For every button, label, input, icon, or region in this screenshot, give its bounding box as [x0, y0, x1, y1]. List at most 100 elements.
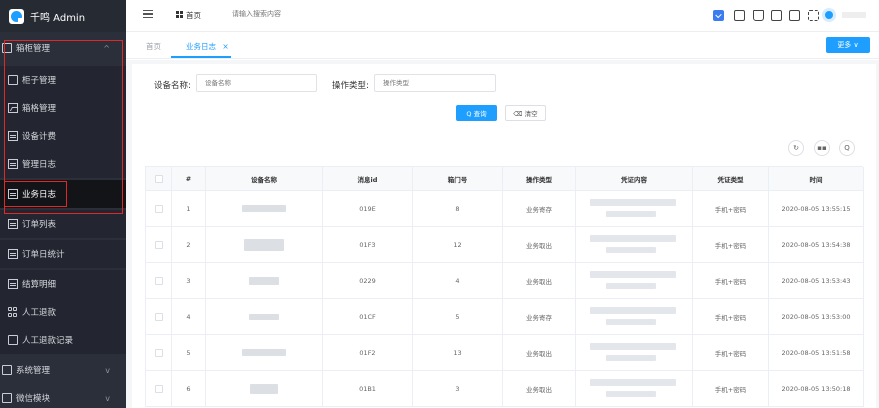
table-row[interactable]: 2 01F3 12 业务取出 手机+密码 2020-08-05 13:54:38	[146, 227, 864, 263]
lock-icon[interactable]	[753, 10, 764, 21]
timestamp: 2020-08-05 13:53:00	[769, 299, 864, 334]
sidebar-item-business-log[interactable]: 业务日志	[0, 180, 126, 208]
row-checkbox[interactable]	[154, 240, 163, 249]
column-header[interactable]: 操作类型	[503, 167, 576, 190]
refresh-icon[interactable]: ↻	[788, 140, 804, 156]
row-index: 1	[172, 191, 206, 226]
column-header[interactable]: 时间	[769, 167, 864, 190]
device-name-input[interactable]	[196, 74, 317, 92]
table-row[interactable]: 4 01CF 5 业务寄存 手机+密码 2020-08-05 13:53:00	[146, 299, 864, 335]
sidebar-item-refund-records[interactable]: 人工退款记录	[0, 326, 126, 354]
cabinet-icon	[2, 43, 12, 53]
msg-id: 01F2	[323, 335, 413, 370]
search-icon[interactable]: Q	[839, 140, 855, 156]
row-checkbox[interactable]	[154, 204, 163, 213]
column-header[interactable]: 消息id	[323, 167, 413, 190]
column-header[interactable]: 箱门号	[413, 167, 503, 190]
bill-icon	[8, 131, 18, 141]
select-all-checkbox[interactable]	[154, 174, 163, 183]
menu-toggle-icon[interactable]	[143, 10, 153, 18]
sidebar-item-billing[interactable]: 设备计费	[0, 122, 126, 150]
sidebar-item-label: 订单列表	[22, 220, 57, 230]
row-index: 5	[172, 335, 206, 370]
credential-type: 手机+密码	[693, 371, 769, 406]
sidebar-item-manual-refund[interactable]: 人工退款	[0, 298, 126, 326]
sidebar-group-system[interactable]: 系统管理 v	[0, 356, 126, 384]
system-icon	[2, 365, 12, 375]
search-input[interactable]	[232, 10, 342, 18]
sidebar-group-cabinet[interactable]: 箱柜管理 ^	[0, 34, 126, 62]
row-checkbox[interactable]	[154, 276, 163, 285]
credential-type: 手机+密码	[693, 299, 769, 334]
log-icon	[8, 189, 18, 199]
stats-icon	[8, 249, 18, 259]
device-name-redacted	[206, 371, 323, 406]
credential-redacted	[576, 371, 693, 406]
business-log-table: # 设备名称 消息id 箱门号 操作类型 凭证内容 凭证类型 时间 1 019E…	[145, 166, 864, 407]
tab-business-log[interactable]: 业务日志 ×	[186, 41, 229, 52]
top-bar: 首页	[126, 0, 879, 32]
sidebar-item-order-daily-stats[interactable]: 订单日统计	[0, 240, 126, 268]
content-area: 设备名称: 操作类型: Q 查询 ⌫ 清空 ↻ ▪▪ Q # 设备名称 消息id…	[126, 60, 879, 408]
credential-redacted	[576, 299, 693, 334]
sidebar-item-orders[interactable]: 订单列表	[0, 210, 126, 238]
credential-type: 手机+密码	[693, 263, 769, 298]
screenshot-icon[interactable]	[734, 10, 745, 21]
op-type: 业务寄存	[503, 191, 576, 226]
table-row[interactable]: 6 01B1 3 业务取出 手机+密码 2020-08-05 13:50:18	[146, 371, 864, 407]
close-icon[interactable]: ×	[222, 42, 228, 51]
clear-button[interactable]: ⌫ 清空	[505, 105, 546, 121]
check-icon[interactable]	[713, 10, 724, 21]
credential-redacted	[576, 227, 693, 262]
sidebar-item-settlement[interactable]: 结算明细	[0, 270, 126, 298]
sidebar-item-label: 结算明细	[22, 280, 57, 290]
table-header: # 设备名称 消息id 箱门号 操作类型 凭证内容 凭证类型 时间	[146, 167, 864, 191]
sidebar-group-label: 系统管理	[16, 366, 51, 376]
table-row[interactable]: 3 0229 4 业务取出 手机+密码 2020-08-05 13:53:43	[146, 263, 864, 299]
door-number: 8	[413, 191, 503, 226]
user-name-redacted[interactable]	[842, 12, 866, 18]
column-header[interactable]: #	[172, 167, 206, 190]
row-index: 6	[172, 371, 206, 406]
op-type-input[interactable]	[374, 74, 496, 92]
column-header[interactable]: 设备名称	[206, 167, 323, 190]
chevron-down-icon: v	[105, 365, 110, 375]
query-button[interactable]: Q 查询	[456, 105, 497, 121]
row-index: 4	[172, 299, 206, 334]
row-checkbox[interactable]	[154, 312, 163, 321]
avatar[interactable]	[822, 8, 836, 22]
home-link[interactable]: 首页	[186, 10, 201, 21]
fullscreen-icon[interactable]	[808, 10, 819, 21]
tab-home[interactable]: 首页	[146, 41, 161, 52]
credential-redacted	[576, 263, 693, 298]
row-checkbox[interactable]	[154, 384, 163, 393]
sidebar-item-label: 订单日统计	[22, 250, 65, 260]
timestamp: 2020-08-05 13:53:43	[769, 263, 864, 298]
more-button[interactable]: 更多 ∨	[826, 37, 870, 53]
sidebar-item-boxes[interactable]: 箱格管理	[0, 94, 126, 122]
column-header[interactable]: 凭证内容	[576, 167, 693, 190]
msg-id: 01F3	[323, 227, 413, 262]
window-icon[interactable]	[789, 10, 800, 21]
row-checkbox[interactable]	[154, 348, 163, 357]
columns-icon[interactable]: ▪▪	[814, 140, 830, 156]
brand[interactable]: 千鸣 Admin	[0, 0, 126, 32]
msg-id: 01CF	[323, 299, 413, 334]
tab-underline	[171, 56, 231, 58]
column-header[interactable]: 凭证类型	[693, 167, 769, 190]
op-type: 业务取出	[503, 227, 576, 262]
door-number: 12	[413, 227, 503, 262]
sidebar-item-label: 业务日志	[22, 190, 57, 200]
sidebar-group-wechat[interactable]: 微信模块 v	[0, 384, 126, 408]
door-number: 4	[413, 263, 503, 298]
sidebar-item-admin-log[interactable]: 管理日志	[0, 150, 126, 178]
table-row[interactable]: 1 019E 8 业务寄存 手机+密码 2020-08-05 13:55:15	[146, 191, 864, 227]
shirt-icon[interactable]	[771, 10, 782, 21]
credential-type: 手机+密码	[693, 227, 769, 262]
sidebar: 千鸣 Admin 箱柜管理 ^ 柜子管理 箱格管理 设备计费 管理日志 业务日志…	[0, 0, 126, 408]
tab-label: 业务日志	[186, 42, 216, 51]
grid-icon	[8, 307, 18, 317]
sidebar-item-cabinets[interactable]: 柜子管理	[0, 66, 126, 94]
sidebar-item-label: 箱格管理	[22, 104, 57, 114]
table-row[interactable]: 5 01F2 13 业务取出 手机+密码 2020-08-05 13:51:58	[146, 335, 864, 371]
